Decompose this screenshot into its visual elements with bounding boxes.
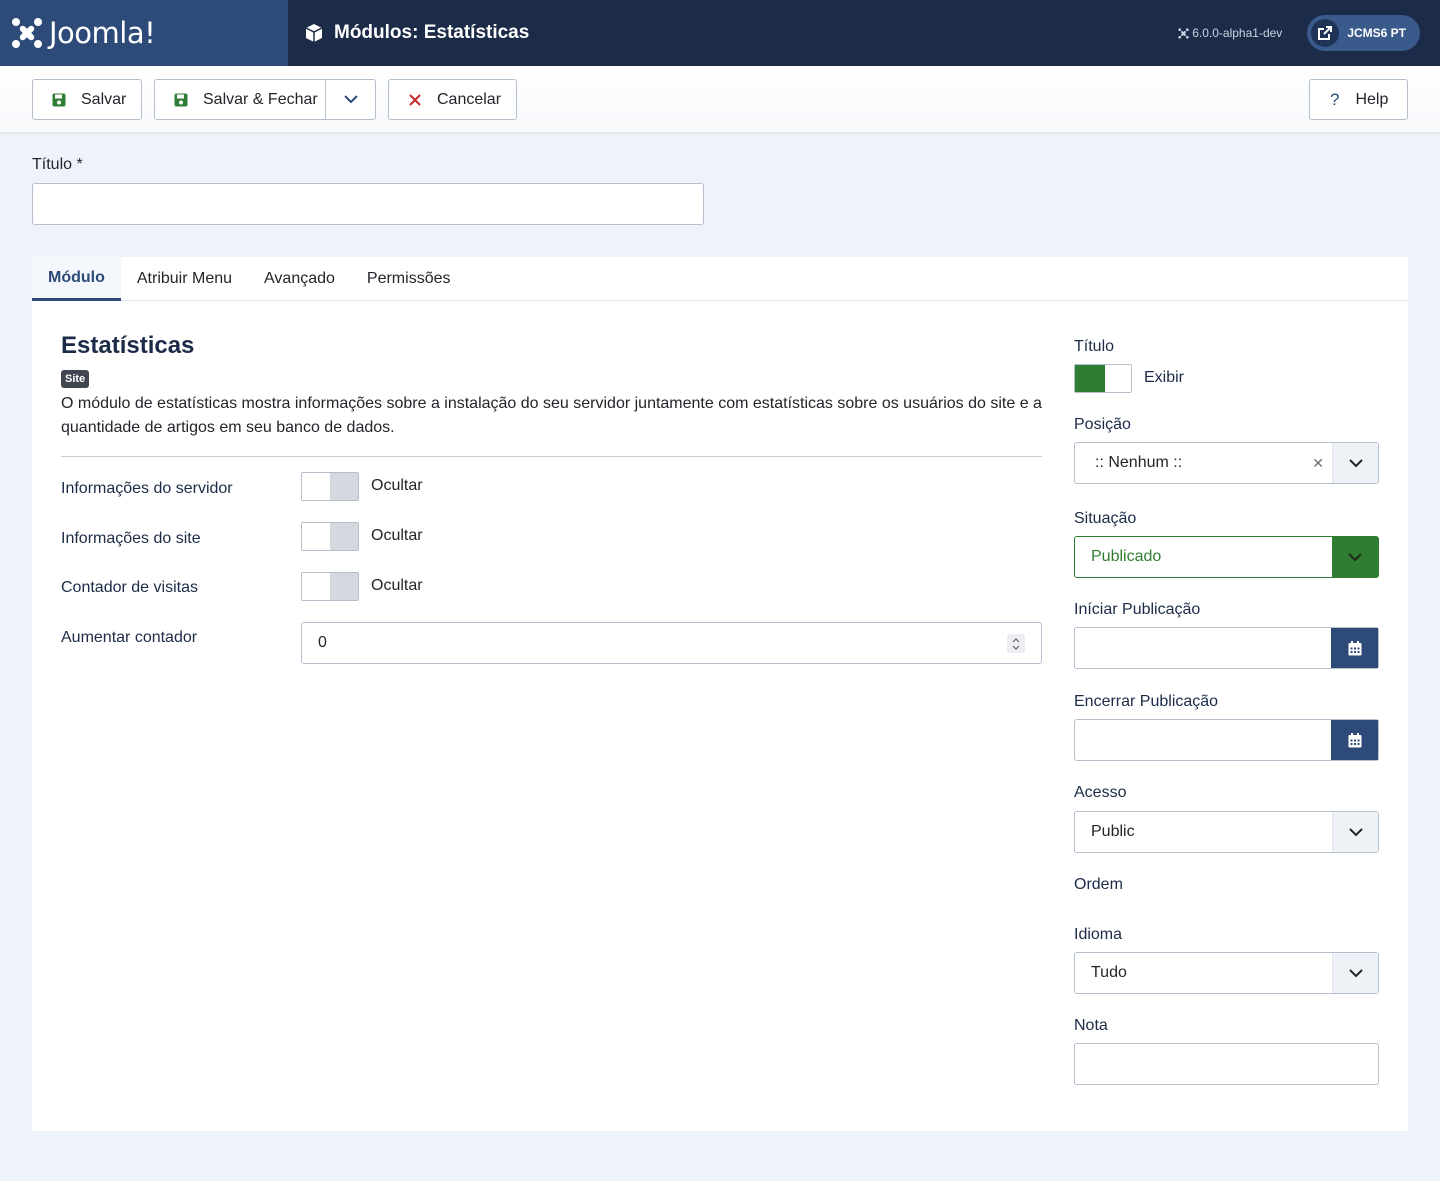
- status-select[interactable]: Publicado: [1074, 536, 1379, 578]
- page-title-text: Módulos: Estatísticas: [334, 22, 530, 43]
- tab-bar: Módulo Atribuir Menu Avançado Permissões: [32, 257, 1408, 301]
- hit-counter-switch[interactable]: [301, 572, 359, 601]
- module-edit-card: Módulo Atribuir Menu Avançado Permissões…: [32, 257, 1408, 1131]
- access-select[interactable]: Public: [1074, 811, 1379, 853]
- tab-module[interactable]: Módulo: [32, 257, 121, 301]
- chevron-down-icon: [1332, 812, 1378, 852]
- note-input[interactable]: [1074, 1043, 1379, 1085]
- save-close-button[interactable]: Salvar & Fechar: [155, 80, 327, 119]
- position-label: Posição: [1074, 416, 1131, 433]
- server-info-state: Ocultar: [371, 477, 423, 494]
- language-select[interactable]: Tudo: [1074, 952, 1379, 994]
- note-label: Nota: [1074, 1017, 1108, 1034]
- help-button[interactable]: ? Help: [1309, 79, 1408, 120]
- close-icon: [407, 92, 423, 108]
- site-info-switch[interactable]: [301, 522, 359, 551]
- save-close-button-group: Salvar & Fechar: [154, 79, 376, 120]
- calendar-icon: [1348, 732, 1361, 747]
- toolbar: Salvar Salvar & Fechar Cancelar ? Help: [0, 66, 1440, 133]
- publish-down-input[interactable]: [1075, 720, 1331, 760]
- save-icon: [51, 92, 67, 108]
- publish-up-input[interactable]: [1075, 628, 1331, 668]
- help-icon: ?: [1330, 89, 1340, 109]
- clear-icon[interactable]: ✕: [1312, 455, 1324, 472]
- chevron-down-icon: [1332, 537, 1378, 577]
- increase-counter-input[interactable]: 0: [301, 622, 1042, 664]
- chevron-down-icon: [1332, 443, 1378, 483]
- publish-down-calendar-button[interactable]: [1331, 720, 1378, 760]
- hit-counter-state: Ocultar: [371, 577, 423, 594]
- title-label: Título *: [32, 156, 83, 173]
- brand-name: Joomla!: [49, 16, 156, 50]
- cancel-button[interactable]: Cancelar: [388, 79, 517, 120]
- increase-counter-label: Aumentar contador: [61, 629, 198, 646]
- site-badge: Site: [61, 370, 90, 388]
- language-label: Idioma: [1074, 926, 1123, 943]
- user-menu-button[interactable]: JCMS6 PT: [1307, 15, 1420, 51]
- position-select[interactable]: :: Nenhum :: ✕: [1074, 442, 1379, 484]
- chevron-down-icon: [343, 95, 358, 104]
- show-title-label: Título: [1074, 338, 1115, 355]
- module-title: Estatísticas: [61, 332, 195, 359]
- access-label: Acesso: [1074, 784, 1127, 801]
- save-button[interactable]: Salvar: [32, 79, 142, 120]
- save-options-dropdown[interactable]: [326, 80, 375, 119]
- title-input[interactable]: [32, 183, 704, 225]
- status-label: Situação: [1074, 510, 1137, 527]
- publish-up-calendar-button[interactable]: [1331, 628, 1378, 668]
- tab-permissions[interactable]: Permissões: [351, 257, 467, 301]
- hit-counter-label: Contador de visitas: [61, 579, 198, 596]
- tab-menu-assignment[interactable]: Atribuir Menu: [121, 257, 248, 301]
- show-title-state: Exibir: [1144, 369, 1185, 386]
- publish-up-label: Iníciar Publicação: [1074, 601, 1201, 618]
- external-link-icon: [1311, 19, 1340, 47]
- page-title: Módulos: Estatísticas: [304, 22, 529, 44]
- server-info-label: Informações do servidor: [61, 480, 233, 497]
- tab-advanced[interactable]: Avançado: [248, 257, 351, 301]
- server-info-switch[interactable]: [301, 472, 359, 501]
- top-header: Joomla! Módulos: Estatísticas 6.0.0-alph…: [0, 0, 1440, 66]
- calendar-icon: [1348, 640, 1361, 655]
- divider: [61, 456, 1042, 457]
- user-label: JCMS6 PT: [1347, 26, 1406, 40]
- publish-down-label: Encerrar Publicação: [1074, 693, 1219, 710]
- version-label: 6.0.0-alpha1-dev: [1178, 26, 1282, 40]
- module-description: O módulo de estatísticas mostra informaç…: [61, 395, 1042, 436]
- joomla-mini-icon: [1178, 27, 1189, 39]
- save-icon: [173, 92, 189, 108]
- publish-up-field: [1074, 627, 1379, 669]
- joomla-logo-icon: [12, 18, 42, 48]
- spinner-icon[interactable]: [1007, 634, 1025, 653]
- site-info-state: Ocultar: [371, 527, 423, 544]
- brand-logo[interactable]: Joomla!: [0, 0, 288, 66]
- ordering-label: Ordem: [1074, 876, 1123, 893]
- show-title-switch[interactable]: [1074, 364, 1132, 393]
- chevron-down-icon: [1332, 953, 1378, 993]
- module-box-icon: [305, 24, 323, 42]
- site-info-label: Informações do site: [61, 530, 201, 547]
- publish-down-field: [1074, 719, 1379, 761]
